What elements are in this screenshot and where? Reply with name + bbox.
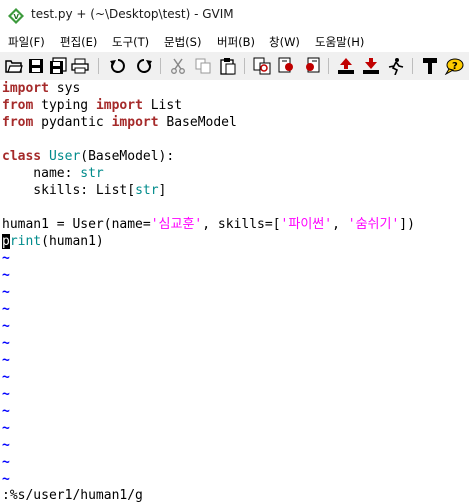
empty-line-marker: ~ [2,285,10,300]
empty-line-marker: ~ [2,302,10,317]
empty-line-marker: ~ [2,268,10,283]
menu-buffers[interactable]: 버퍼(B) [217,34,255,50]
command-line[interactable]: :%s/user1/human1/g [2,487,143,504]
menu-syntax[interactable]: 문법(S) [164,34,201,50]
svg-text:V: V [14,13,20,21]
empty-line-marker: ~ [2,387,10,402]
editor-area[interactable]: import sys from typing import List from … [0,80,469,487]
empty-line-marker: ~ [2,251,10,266]
menu-tools[interactable]: 도구(T) [112,34,149,50]
menu-edit[interactable]: 편집(E) [60,34,97,50]
code-line: import sys [2,81,81,96]
load-session-icon[interactable] [336,56,356,76]
save-all-icon[interactable] [48,56,68,76]
menu-window[interactable]: 창(W) [269,34,300,50]
toolbar-separator [98,58,99,74]
code-line: human1 = User(name='심교훈', skills=['파이썬',… [2,217,415,232]
empty-line-marker: ~ [2,319,10,334]
paste-icon[interactable] [218,56,238,76]
code-line: from typing import List [2,98,183,113]
undo-icon[interactable] [108,56,128,76]
code-line: print(human1) [2,234,104,249]
text-cursor: p [2,234,10,249]
empty-line-marker: ~ [2,472,10,487]
toolbar-separator [328,58,329,74]
empty-line-marker: ~ [2,421,10,436]
code-line: from pydantic import BaseModel [2,115,237,130]
save-session-icon[interactable] [361,56,381,76]
toolbar-separator [412,58,413,74]
open-icon[interactable] [4,56,24,76]
make-icon[interactable] [420,56,440,76]
toolbar-separator [160,58,161,74]
empty-line-marker: ~ [2,438,10,453]
cut-icon[interactable] [168,56,188,76]
menu-file[interactable]: 파일(F) [8,34,45,50]
help-icon[interactable]: ? [444,56,464,76]
svg-text:?: ? [452,61,458,72]
redo-icon[interactable] [134,56,154,76]
empty-line-marker: ~ [2,455,10,470]
empty-line-marker: ~ [2,353,10,368]
code-line: class User(BaseModel): [2,149,175,164]
find-replace-icon[interactable] [252,56,272,76]
save-icon[interactable] [26,56,46,76]
empty-line-marker: ~ [2,370,10,385]
window-title: test.py + (~\Desktop\test) - GVIM [31,7,234,21]
code-line: name: str [2,166,104,181]
copy-icon[interactable] [193,56,213,76]
toolbar: ? [0,52,469,81]
empty-line-marker: ~ [2,336,10,351]
code-line: skills: List[str] [2,183,167,198]
gvim-app-icon: V [8,8,24,24]
toolbar-separator [244,58,245,74]
menu-help[interactable]: 도움말(H) [315,34,364,50]
print-icon[interactable] [70,56,90,76]
find-prev-icon[interactable] [302,56,322,76]
find-next-icon[interactable] [277,56,297,76]
title-bar: V test.py + (~\Desktop\test) - GVIM [0,0,469,32]
run-script-icon[interactable] [386,56,406,76]
menu-bar: 파일(F) 편집(E) 도구(T) 문법(S) 버퍼(B) 창(W) 도움말(H… [0,32,469,52]
empty-line-marker: ~ [2,404,10,419]
